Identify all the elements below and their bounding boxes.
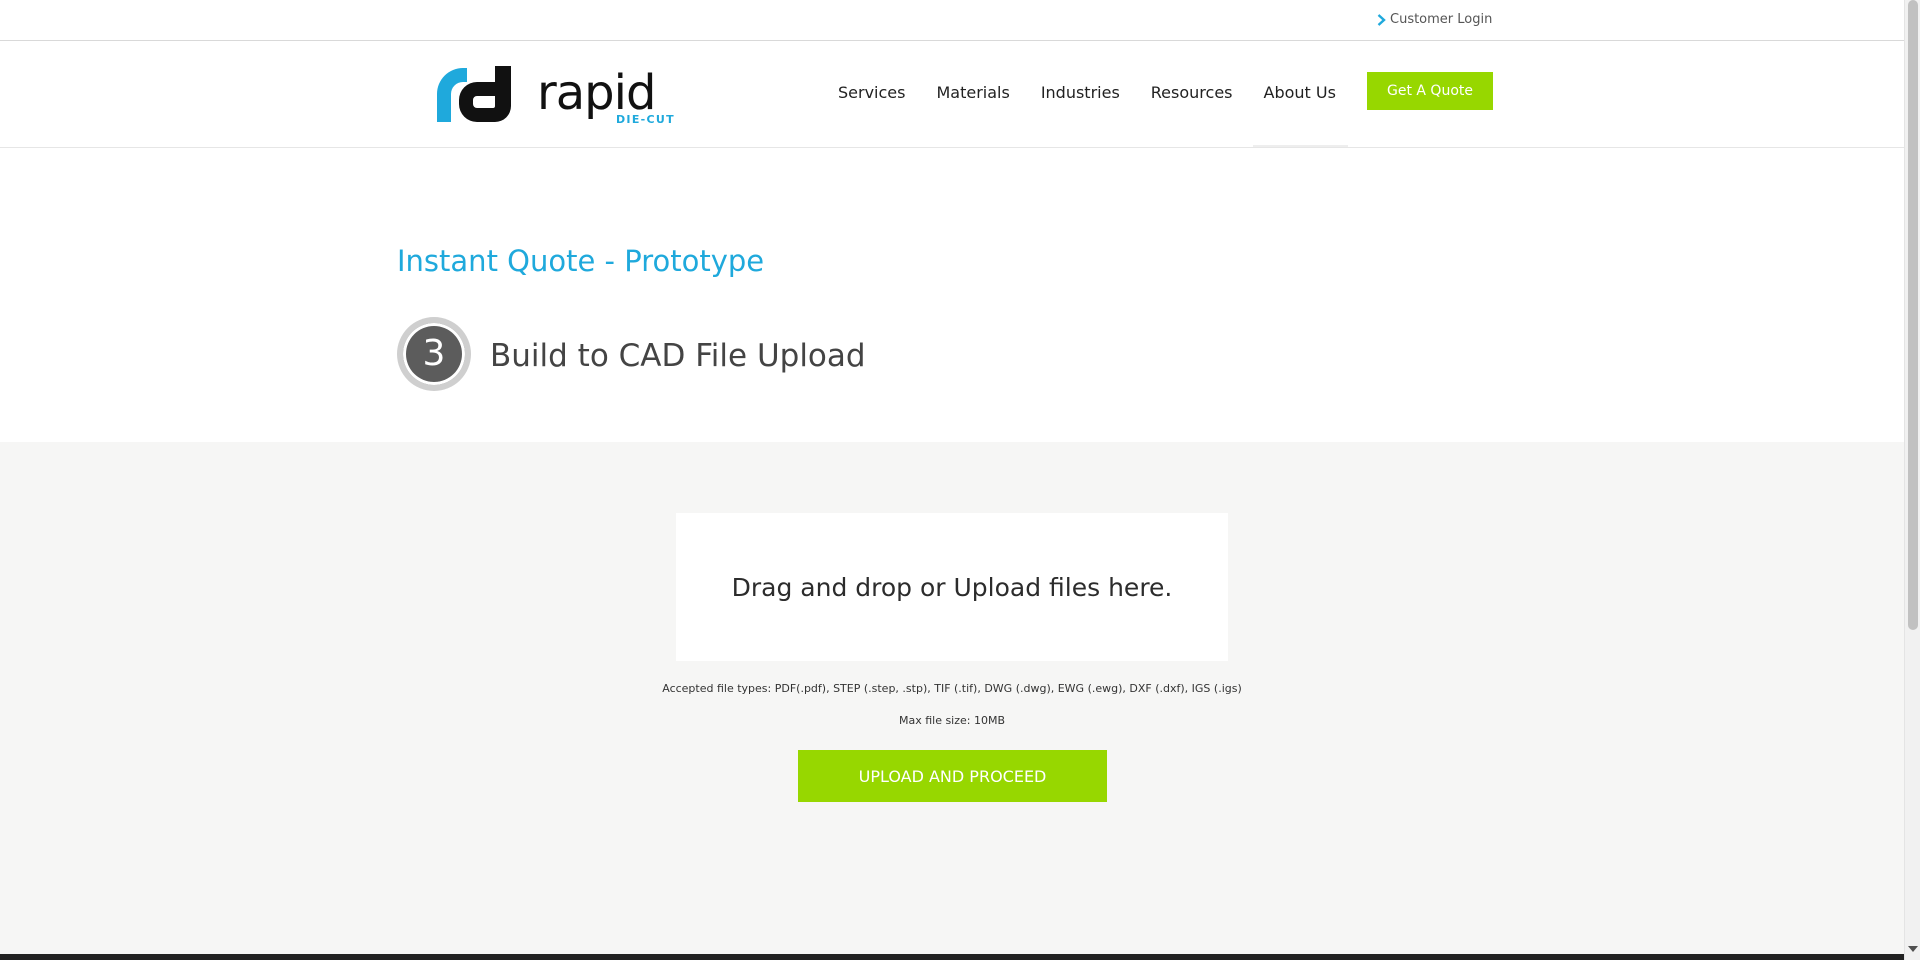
main-nav: Services Materials Industries Resources … [838,83,1336,102]
top-utility-bar: Customer Login [0,0,1904,41]
chevron-right-icon [1377,13,1386,26]
step-badge: 3 [397,317,471,391]
scroll-down-arrow-icon[interactable] [1908,946,1918,952]
step-number: 3 [422,333,446,374]
nav-item-services[interactable]: Services [838,83,905,102]
scrollbar-thumb[interactable] [1908,0,1918,630]
get-a-quote-button[interactable]: Get A Quote [1367,72,1493,110]
upload-and-proceed-button[interactable]: UPLOAD AND PROCEED [798,750,1107,802]
nav-item-materials[interactable]: Materials [936,83,1009,102]
step-title: Build to CAD File Upload [490,338,866,374]
file-dropzone[interactable]: Drag and drop or Upload files here. [676,513,1228,661]
max-file-size: Max file size: 10MB [898,714,1006,727]
upload-section: Drag and drop or Upload files here. Acce… [0,442,1904,954]
customer-login-label: Customer Login [1390,12,1493,27]
logo-tagline: DIE-CUT [616,113,675,126]
footer-edge [0,954,1904,960]
accepted-file-types: Accepted file types: PDF(.pdf), STEP (.s… [662,682,1242,695]
page-title: Instant Quote - Prototype [397,244,765,278]
page-viewport: Customer Login rapid DIE-CUT Services Ma… [0,0,1904,960]
nav-active-indicator [1253,145,1348,147]
page-scrollbar[interactable] [1904,0,1920,960]
rapid-die-cut-logo-mark: rapid DIE-CUT [437,65,675,126]
nav-item-industries[interactable]: Industries [1041,83,1120,102]
customer-login-link[interactable]: Customer Login [1377,12,1492,27]
nav-item-resources[interactable]: Resources [1151,83,1233,102]
site-header: rapid DIE-CUT Services Materials Industr… [0,41,1904,148]
dropzone-text: Drag and drop or Upload files here. [731,572,1173,602]
nav-item-about-us[interactable]: About Us [1264,83,1336,102]
rapid-die-cut-logo[interactable]: rapid DIE-CUT [437,64,681,126]
